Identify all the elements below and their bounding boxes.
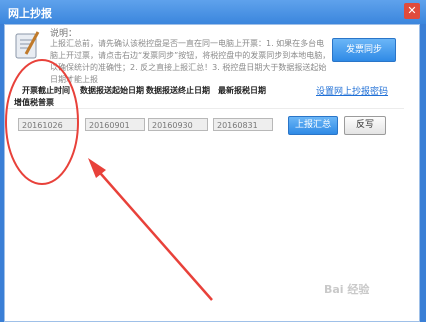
description-text: 上报汇总前，请先确认该税控盘是否一直在同一电脑上开票：1. 如果在多台电脑上开过… (50, 39, 331, 84)
watermark-logo: Bai 经验 (324, 283, 370, 296)
sync-invoices-button[interactable]: 发票同步 (332, 38, 396, 62)
latest-report-field[interactable]: 20160831 (213, 118, 273, 131)
latest-report-label: 最新报税日期 (218, 86, 266, 95)
upload-summary-button[interactable]: 上报汇总 (288, 116, 338, 135)
report-start-field[interactable]: 20160901 (85, 118, 145, 131)
set-password-link[interactable]: 设置网上抄报密码 (316, 84, 388, 97)
window-title: 网上抄报 (8, 7, 52, 20)
close-icon[interactable]: ✕ (404, 3, 420, 19)
deadline-label: 开票截止时间 (22, 86, 70, 95)
book-pen-icon (15, 31, 40, 59)
write-back-button[interactable]: 反写 (344, 116, 386, 135)
invoice-category-label: 增值税普票 (14, 98, 54, 107)
deadline-field[interactable]: 20161026 (18, 118, 78, 131)
window-titlebar: 网上抄报 ✕ (0, 0, 426, 24)
divider (6, 108, 404, 109)
report-end-label: 数据报送终止日期 (146, 86, 210, 95)
report-end-field[interactable]: 20160930 (148, 118, 208, 131)
report-start-label: 数据报送起始日期 (80, 86, 144, 95)
